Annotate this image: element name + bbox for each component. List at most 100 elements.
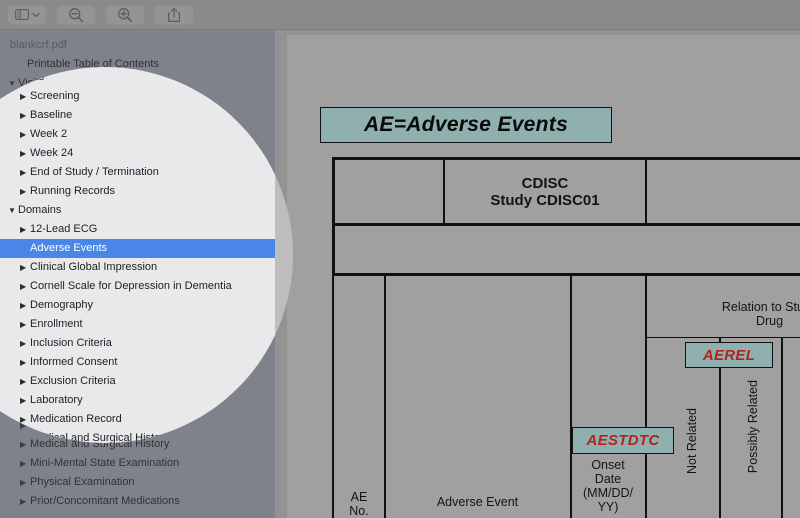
study-header-line1: CDISC [521, 175, 569, 193]
disclosure-triangle-collapsed-icon[interactable]: ▶ [20, 492, 30, 511]
disclosure-triangle-collapsed-icon[interactable]: ▶ [20, 283, 30, 302]
study-header-line2: Study CDISC01 [490, 192, 600, 209]
zoom-in-button[interactable] [105, 4, 145, 25]
disclosure-triangle-collapsed-icon[interactable]: ▶ [20, 397, 30, 416]
ae-no-line1: AE [350, 490, 368, 504]
sidebar-item-label: Week 24 [30, 153, 74, 165]
sidebar-item-running-records[interactable]: ▶ Running Records [0, 188, 275, 207]
disclosure-triangle-collapsed-icon[interactable]: ▶ [20, 359, 30, 378]
zoom-out-button[interactable] [56, 4, 96, 25]
sidebar-item-label: End of Study / Termination [30, 172, 159, 184]
disclosure-triangle-collapsed-icon[interactable]: ▶ [20, 416, 30, 435]
sidebar-item-label: Running Records [30, 191, 115, 203]
share-icon [167, 7, 181, 23]
disclosure-triangle-collapsed-icon[interactable]: ▶ [20, 188, 30, 207]
sidebar-item-label: Medical and Surgical History [30, 438, 170, 450]
sidebar-item-adverse-events[interactable]: ▶Adverse Events [0, 245, 275, 264]
disclosure-triangle-collapsed-icon[interactable]: ▶ [20, 226, 30, 245]
onset-date-line3: (MM/DD/ [583, 486, 633, 500]
disclosure-triangle-expanded-icon[interactable]: ▼ [8, 207, 18, 226]
disclosure-triangle-collapsed-icon[interactable]: ▶ [20, 93, 30, 112]
sidebar-item-label: Demography [30, 305, 93, 317]
sidebar-item-12-lead-ecg[interactable]: ▶ 12-Lead ECG [0, 226, 275, 245]
sidebar-item-baseline[interactable]: ▶ Baseline [0, 112, 275, 131]
document-viewer[interactable]: AE=Adverse Events CDISC Study CDISC01 Re… [275, 30, 800, 518]
table-col-divider-0 [332, 276, 334, 518]
relation-option-possibly-related: Possibly Related [746, 380, 760, 473]
sidebar-item-clinical-global-impression[interactable]: ▶ Clinical Global Impression [0, 264, 275, 283]
aestdtc-annotation: AESTDTC [572, 427, 674, 454]
sidebar-item-label: Week 2 [30, 134, 68, 146]
sidebar-item-enrollment[interactable]: ▶ Enrollment [0, 321, 275, 340]
sidebar-item-visits[interactable]: ▼Visits [0, 74, 275, 93]
sidebar-item-week-24[interactable]: ▶ Week 24 [0, 150, 275, 169]
preview-window: blankcrf.pdf▶Printable Table of Contents… [0, 0, 800, 518]
sidebar-item-week-2[interactable]: ▶ Week 2 [0, 131, 275, 150]
sidebar-item-label: Cornell Scale for Depression in Dementia [30, 286, 232, 298]
sidebar-item-label: Prior/Concomitant Medications [30, 495, 180, 507]
sidebar-item-informed-consent[interactable]: ▶ Informed Consent [0, 359, 275, 378]
sidebar-item-label: Printable Table of Contents [27, 58, 159, 70]
column-header-adverse-event: Adverse Event [386, 490, 569, 514]
sidebar-item-mini-mental-state-examination[interactable]: ▶Mini-Mental State Examination [0, 454, 275, 473]
relation-header-line1: Relation to Study [721, 300, 800, 314]
share-button[interactable] [154, 4, 194, 25]
sidebar-item-laboratory[interactable]: ▶ Laboratory [0, 397, 275, 416]
table-col-divider-1 [384, 276, 386, 518]
disclosure-triangle-collapsed-icon[interactable]: ▶ [20, 302, 30, 321]
ae-banner-label: AE=Adverse Events [363, 113, 569, 136]
sidebar-item-printable-table-of-contents[interactable]: ▶Printable Table of Contents [0, 55, 275, 74]
sidebar-item-domains[interactable]: ▼ Domains [0, 207, 275, 226]
disclosure-triangle-collapsed-icon[interactable]: ▶ [20, 321, 30, 340]
ae-no-line2: No. [349, 504, 369, 518]
sidebar-item-label: Informed Consent [30, 362, 118, 374]
disclosure-triangle-collapsed-icon[interactable]: ▶ [20, 169, 30, 188]
sidebar-item-cornell-scale-for-depression-in-dementia[interactable]: ▶ Cornell Scale for Depression in Dementi… [0, 283, 275, 302]
sidebar-item-screening[interactable]: ▶ Screening [0, 93, 275, 112]
sidebar[interactable]: blankcrf.pdf▶Printable Table of Contents… [0, 30, 275, 518]
sidebar-item-label: Mini-Mental State Examination [30, 457, 180, 469]
sidebar-item-medical-and-surgical-history[interactable]: ▶Medical and Surgical History [0, 435, 275, 454]
disclosure-triangle-collapsed-icon[interactable]: ▶ [20, 340, 30, 359]
relation-header-line2: Drug [755, 314, 784, 328]
disclosure-triangle-collapsed-icon[interactable]: ▶ [20, 112, 30, 131]
relation-subheader-rule [645, 337, 800, 339]
adverse-event-label: Adverse Event [436, 495, 519, 509]
aerel-label: AEREL [702, 346, 756, 364]
sidebar-item-prior-concomitant-medications[interactable]: ▶Prior/Concomitant Medications [0, 492, 275, 511]
sidebar-icon [14, 9, 29, 20]
sidebar-item-exclusion-criteria[interactable]: ▶ Exclusion Criteria [0, 378, 275, 397]
disclosure-triangle-none-icon: ▶ [20, 245, 30, 264]
onset-date-line2: Date [594, 472, 622, 486]
sidebar-item-demography[interactable]: ▶ Demography [0, 302, 275, 321]
table-col-divider-h2 [645, 157, 647, 224]
sidebar-item-medication-record[interactable]: ▶ Medication Record [0, 416, 275, 435]
disclosure-triangle-expanded-icon[interactable]: ▼ [8, 74, 18, 93]
sidebar-item-end-of-study-termination[interactable]: ▶ End of Study / Termination [0, 169, 275, 188]
toolbar [0, 0, 800, 30]
disclosure-triangle-collapsed-icon[interactable]: ▶ [20, 378, 30, 397]
sidebar-filename-label: blankcrf.pdf [10, 39, 67, 51]
disclosure-triangle-collapsed-icon[interactable]: ▶ [20, 131, 30, 150]
magnifier-minus-icon [68, 7, 84, 23]
sidebar-item-label: Visits [18, 77, 45, 89]
sidebar-item-physical-examination[interactable]: ▶Physical Examination [0, 473, 275, 492]
disclosure-triangle-collapsed-icon[interactable]: ▶ [20, 435, 30, 454]
disclosure-triangle-collapsed-icon[interactable]: ▶ [20, 473, 30, 492]
aerel-annotation: AEREL [685, 342, 773, 368]
sidebar-toggle-button[interactable] [7, 4, 47, 25]
study-header: CDISC Study CDISC01 [445, 169, 645, 217]
sidebar-item-inclusion-criteria[interactable]: ▶ Inclusion Criteria [0, 340, 275, 359]
table-row-divider-1 [332, 223, 800, 226]
sidebar-item-label: Medication Record [30, 419, 122, 431]
not-related-label: Not Related [685, 408, 699, 475]
sidebar-item-label: Screening [30, 96, 80, 108]
disclosure-triangle-collapsed-icon[interactable]: ▶ [20, 150, 30, 169]
column-header-onset-date: Onset Date (MM/DD/ YY) [573, 458, 643, 518]
sidebar-filename: blankcrf.pdf [0, 36, 275, 55]
disclosure-triangle-collapsed-icon[interactable]: ▶ [20, 264, 30, 283]
disclosure-triangle-collapsed-icon[interactable]: ▶ [20, 454, 30, 473]
sidebar-item-label: Baseline [30, 115, 73, 127]
sidebar-outline-list[interactable]: blankcrf.pdf▶Printable Table of Contents… [0, 30, 275, 511]
sidebar-item-label: Adverse Events [30, 248, 108, 260]
